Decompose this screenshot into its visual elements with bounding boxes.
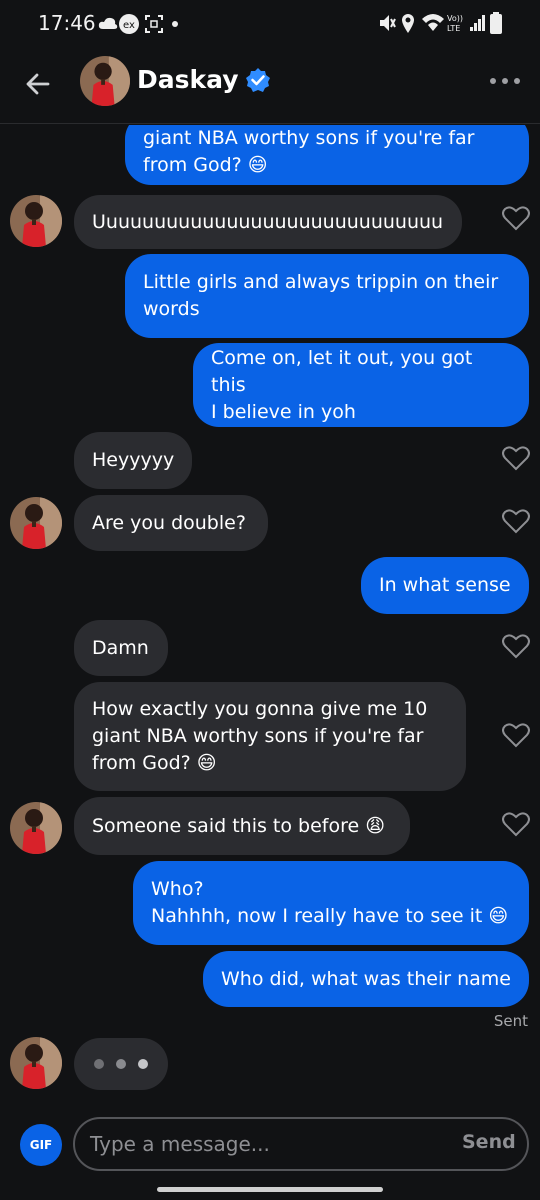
typing-dot (116, 1059, 126, 1069)
status-time: 17:46 (38, 11, 96, 35)
heart-like-icon[interactable] (502, 811, 530, 837)
heart-like-icon[interactable] (502, 722, 530, 748)
back-arrow-icon[interactable] (20, 66, 56, 102)
incoming-message[interactable]: Heyyyyy (74, 432, 192, 489)
screenshot-icon (145, 15, 163, 33)
mute-icon (380, 15, 396, 31)
contact-name[interactable]: Daskay (137, 65, 239, 94)
heart-like-icon[interactable] (502, 633, 530, 659)
outgoing-message[interactable]: giant NBA worthy sons if you're far from… (125, 125, 529, 185)
heart-like-icon[interactable] (502, 445, 530, 471)
svg-text:Vo)): Vo)) (447, 14, 463, 23)
wifi-icon (422, 14, 444, 31)
outgoing-message[interactable]: Who? Nahhhh, now I really have to see it… (133, 861, 529, 945)
battery-icon (490, 12, 502, 34)
volte-icon: Vo))LTE (447, 14, 463, 33)
heart-like-icon[interactable] (502, 508, 530, 534)
incoming-message[interactable]: Are you double? (74, 495, 268, 551)
svg-text:LTE: LTE (447, 24, 460, 33)
incoming-message[interactable]: Damn (74, 620, 168, 676)
sent-status: Sent (493, 1012, 528, 1030)
message-input[interactable]: Type a message... (73, 1117, 529, 1171)
outgoing-message[interactable]: Who did, what was their name (203, 951, 529, 1007)
sender-avatar[interactable] (10, 497, 62, 549)
home-indicator[interactable] (157, 1187, 383, 1192)
sender-avatar[interactable] (10, 1037, 62, 1089)
cloud-icon (98, 17, 118, 29)
signal-icon (470, 15, 485, 31)
typing-indicator (74, 1038, 168, 1090)
typing-dot (94, 1059, 104, 1069)
message-input-placeholder: Type a message... (90, 1132, 270, 1156)
contact-avatar[interactable] (80, 56, 130, 106)
chat-header: Daskay (0, 48, 540, 124)
verified-badge-icon (246, 68, 270, 92)
status-bar: 17:46 ex Vo)) LTE (0, 0, 540, 48)
outgoing-message[interactable]: Come on, let it out, you got this I beli… (193, 343, 529, 427)
notification-dot-icon (172, 21, 178, 27)
message-list[interactable]: giant NBA worthy sons if you're far from… (0, 125, 540, 1100)
incoming-message[interactable]: How exactly you gonna give me 10 giant N… (74, 682, 466, 791)
typing-dot (138, 1059, 148, 1069)
message-composer: GIF Type a message... Send (0, 1108, 540, 1178)
sender-avatar[interactable] (10, 195, 62, 247)
incoming-message[interactable]: Someone said this to before 😩 (74, 797, 410, 855)
location-icon (402, 14, 414, 33)
app-badge-icon: ex (119, 14, 139, 34)
heart-like-icon[interactable] (502, 205, 530, 231)
send-button[interactable]: Send (462, 1131, 516, 1153)
outgoing-message[interactable]: In what sense (361, 557, 529, 614)
sender-avatar[interactable] (10, 802, 62, 854)
more-options-icon[interactable] (488, 70, 522, 92)
gif-button[interactable]: GIF (20, 1124, 62, 1166)
outgoing-message[interactable]: Little girls and always trippin on their… (125, 254, 529, 338)
incoming-message[interactable]: Uuuuuuuuuuuuuuuuuuuuuuuuuuuuu (74, 195, 462, 249)
svg-text:ex: ex (123, 20, 135, 31)
